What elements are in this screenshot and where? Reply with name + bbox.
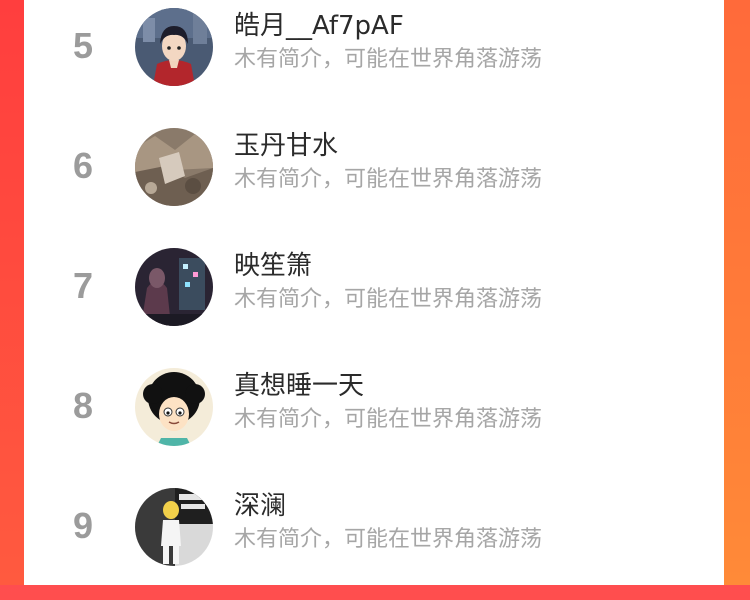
ranking-list-card: 5 皓月__Af7pAF 木有简介，可能在世界角落游荡 6 玉丹甘水 木有简介，…	[24, 0, 724, 585]
rocky-photo-avatar-icon	[135, 128, 213, 206]
left-gradient-edge	[0, 0, 24, 585]
user-name[interactable]: 映笙箫	[234, 250, 312, 282]
list-item[interactable]: 9 深澜 木有简介，可能在世界角落游荡	[24, 480, 724, 600]
avatar[interactable]	[135, 248, 213, 326]
user-bio: 木有简介，可能在世界角落游荡	[234, 287, 543, 312]
avatar[interactable]	[135, 368, 213, 446]
avatar[interactable]	[135, 488, 213, 566]
anime-boy-avatar-icon	[135, 8, 213, 86]
user-name[interactable]: 玉丹甘水	[234, 130, 338, 162]
rank-number: 8	[72, 385, 94, 426]
afro-cartoon-avatar-icon	[135, 368, 213, 446]
rank-number: 9	[72, 505, 94, 546]
list-item[interactable]: 5 皓月__Af7pAF 木有简介，可能在世界角落游荡	[24, 0, 724, 120]
user-name[interactable]: 真想睡一天	[234, 370, 364, 402]
list-item[interactable]: 6 玉丹甘水 木有简介，可能在世界角落游荡	[24, 120, 724, 240]
rank-number: 6	[72, 145, 94, 186]
right-gradient-edge	[724, 0, 750, 585]
user-bio: 木有简介，可能在世界角落游荡	[234, 167, 543, 192]
user-bio: 木有简介，可能在世界角落游荡	[234, 47, 543, 72]
user-bio: 木有简介，可能在世界角落游荡	[234, 407, 543, 432]
avatar[interactable]	[135, 128, 213, 206]
user-name[interactable]: 深澜	[234, 490, 286, 522]
yellow-figure-avatar-icon	[135, 488, 213, 566]
rank-number: 5	[72, 25, 94, 66]
night-street-avatar-icon	[135, 248, 213, 326]
user-bio: 木有简介，可能在世界角落游荡	[234, 527, 543, 552]
list-item[interactable]: 7 映笙箫 木有简介，可能在世界角落游荡	[24, 240, 724, 360]
avatar[interactable]	[135, 8, 213, 86]
user-name[interactable]: 皓月__Af7pAF	[234, 10, 404, 42]
rank-number: 7	[72, 265, 94, 306]
list-item[interactable]: 8 真想睡一天 木有简介，可能在世界角落游荡	[24, 360, 724, 480]
